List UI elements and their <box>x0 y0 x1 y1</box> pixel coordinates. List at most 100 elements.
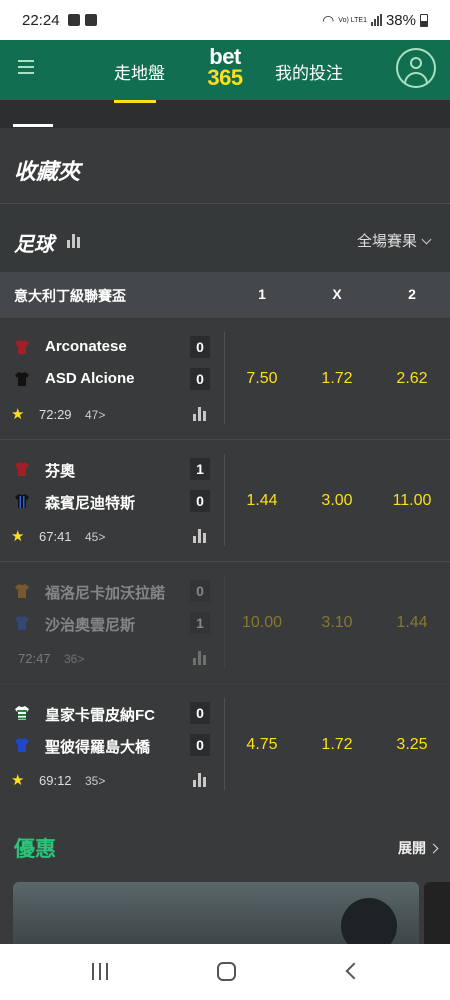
wifi-icon: ◠ <box>322 11 335 28</box>
stats-icon[interactable] <box>193 651 206 665</box>
away-score: 0 <box>190 368 210 390</box>
promo-banner-image <box>341 898 397 944</box>
logo-text-top: bet <box>209 44 241 69</box>
odds-home[interactable]: 1.44 <box>232 492 292 510</box>
stats-icon[interactable] <box>193 773 206 787</box>
odds-away[interactable]: 11.00 <box>382 492 442 510</box>
chevron-down-icon <box>421 234 432 245</box>
home-shirt-icon <box>14 583 30 599</box>
promotions-title: 優惠 <box>14 838 56 861</box>
match-clock: 69:12 <box>39 773 72 788</box>
stats-icon[interactable] <box>193 407 206 421</box>
youtube-notification-icon <box>84 14 97 26</box>
market-filter-dropdown[interactable]: 全場賽果 <box>357 230 432 251</box>
away-team-name: 聖彼得羅島大橋 <box>45 739 151 756</box>
odds-away[interactable]: 3.25 <box>382 736 442 754</box>
status-time: 22:24 <box>22 11 60 29</box>
more-markets-link[interactable]: 45> <box>85 530 105 544</box>
back-icon[interactable] <box>345 962 363 980</box>
tab-fragment: ▔▔ <box>14 100 36 108</box>
market-filter-label: 全場賽果 <box>357 233 418 250</box>
expand-label: 展開 <box>398 840 426 856</box>
match-clock: 72:29 <box>39 407 72 422</box>
logo-text-bottom: 365 <box>207 65 243 90</box>
promotions-expand-button[interactable]: 展開 <box>398 838 439 858</box>
home-team-name: Arconatese <box>45 338 127 355</box>
battery-percent: 38% <box>385 11 416 29</box>
favorite-star-icon[interactable]: ★ <box>11 527 24 545</box>
favorite-star-icon[interactable]: ★ <box>11 771 24 789</box>
home-shirt-icon <box>14 461 30 477</box>
more-markets-link[interactable]: 35> <box>85 774 105 788</box>
menu-icon[interactable] <box>18 60 34 74</box>
more-markets-link[interactable]: 47> <box>85 408 105 422</box>
account-icon[interactable] <box>396 48 436 88</box>
match-row[interactable]: 芬奧 1 森賓尼迪特斯 0 1.44 3.00 11.00 ★ 67:41 45… <box>0 440 450 562</box>
column-header-away: 2 <box>408 286 416 302</box>
match-list: Arconatese 0 ASD Alcione 0 7.50 1.72 2.6… <box>0 318 450 806</box>
stats-icon[interactable] <box>67 234 80 248</box>
away-shirt-icon <box>14 737 30 753</box>
away-score: 0 <box>190 734 210 756</box>
odds-home[interactable]: 4.75 <box>232 736 292 754</box>
odds-draw: 3.10 <box>321 614 353 631</box>
bet365-logo[interactable]: bet 365 <box>200 44 250 90</box>
match-row[interactable]: Arconatese 0 ASD Alcione 0 7.50 1.72 2.6… <box>0 318 450 440</box>
away-team-name: 沙治奧雲尼斯 <box>45 617 136 634</box>
odds-draw[interactable]: 3.00 <box>307 492 367 510</box>
market-count: 36 <box>64 652 78 666</box>
away-score: 0 <box>190 490 210 512</box>
notification-icons <box>67 14 97 26</box>
away-team-name: 森賓尼迪特斯 <box>45 495 136 512</box>
column-divider <box>224 698 225 790</box>
system-nav-bar <box>0 944 450 1000</box>
sport-tab-strip[interactable]: ▔▔ ▔ ▔ ▔ ▔▔ ▔ <box>0 100 450 128</box>
tab-fragment: ▔ <box>400 100 411 108</box>
away-shirt-icon <box>14 615 30 631</box>
nav-live-link[interactable]: 走地盤 <box>114 59 165 84</box>
home-icon[interactable] <box>217 962 236 981</box>
more-markets-link[interactable]: 36> <box>64 652 84 666</box>
nav-my-bets-link[interactable]: 我的投注 <box>275 59 343 84</box>
market-count: 35 <box>85 774 99 788</box>
odds-home: 10.00 <box>241 614 283 631</box>
live-tab-indicator <box>114 100 156 103</box>
column-header-home: 1 <box>258 286 266 302</box>
match-row-suspended[interactable]: 福洛尼卡加沃拉諾 0 沙治奧雲尼斯 1 10.00 3.10 1.44 72:4… <box>0 562 450 684</box>
favorites-title: 收藏夾 <box>14 159 81 184</box>
away-team-name: ASD Alcione <box>45 370 135 387</box>
home-shirt-icon <box>14 339 30 355</box>
recent-apps-icon[interactable] <box>92 963 108 980</box>
promo-banner-next[interactable] <box>424 882 450 944</box>
odds-home[interactable]: 7.50 <box>232 370 292 388</box>
home-score: 0 <box>190 580 210 602</box>
odds-draw[interactable]: 1.72 <box>307 370 367 388</box>
market-count: 45 <box>85 530 99 544</box>
stats-icon[interactable] <box>193 529 206 543</box>
tab-fragment: ▔ <box>200 100 211 108</box>
app-notification-icon <box>67 14 80 26</box>
tab-fragment: ▔ <box>266 100 277 108</box>
battery-icon <box>420 13 428 27</box>
promo-banner[interactable] <box>13 882 419 944</box>
away-score: 1 <box>190 612 210 634</box>
match-clock: 72:47 <box>18 651 51 666</box>
sport-header: 足球 全場賽果 <box>0 204 450 272</box>
home-shirt-icon <box>14 705 30 721</box>
match-row[interactable]: 皇家卡雷皮納FC 0 聖彼得羅島大橋 0 4.75 1.72 3.25 ★ 69… <box>0 684 450 806</box>
favorite-star-icon[interactable]: ★ <box>11 405 24 423</box>
column-header-draw: X <box>332 286 342 302</box>
status-right: ◠ Vo) LTE1 38% <box>322 12 428 29</box>
top-nav: 走地盤 bet 365 我的投注 <box>0 40 450 100</box>
league-header[interactable]: 意大利丁級聯賽盃 1 X 2 <box>0 272 450 318</box>
home-score: 1 <box>190 458 210 480</box>
tab-fragment: ▔ <box>86 100 97 108</box>
match-clock: 67:41 <box>39 529 72 544</box>
tab-fragment: ▔▔ <box>330 100 352 108</box>
away-shirt-icon <box>14 371 30 387</box>
home-score: 0 <box>190 702 210 724</box>
odds-away[interactable]: 2.62 <box>382 370 442 388</box>
odds-draw[interactable]: 1.72 <box>307 736 367 754</box>
column-divider <box>224 454 225 546</box>
active-tab-underline <box>13 124 53 127</box>
